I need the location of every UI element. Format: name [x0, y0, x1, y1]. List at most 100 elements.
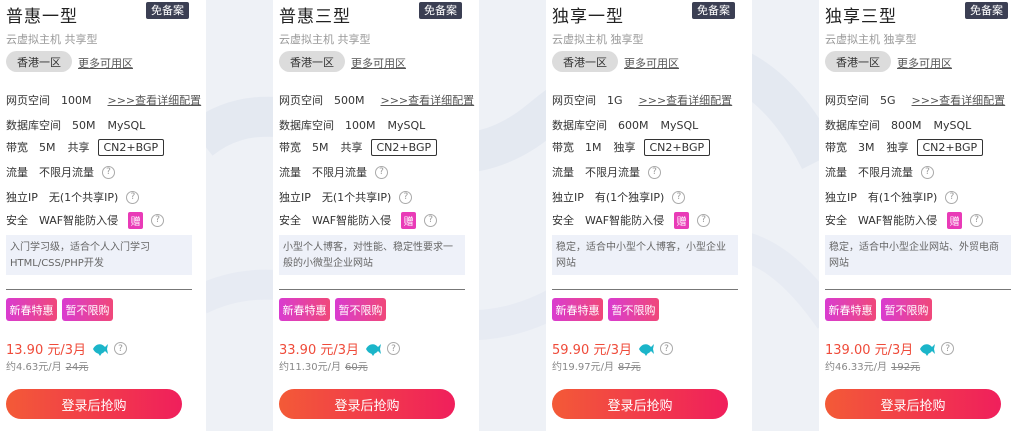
spec-db-type: MySQL	[107, 118, 146, 132]
spec-value: 50M	[72, 118, 96, 132]
spec-value: 1M	[585, 140, 602, 154]
plan-subtitle: 云虚拟主机 独享型	[552, 33, 644, 46]
original-price: 24元	[65, 362, 89, 373]
help-icon[interactable]: ?	[648, 165, 661, 179]
spec-traffic: 流量 不限月流量 ?	[825, 164, 934, 180]
fish-icon	[366, 343, 381, 356]
spec-web-space: 网页空间 1G >>>查看详细配置	[552, 92, 732, 108]
plan-title: 独享一型	[552, 7, 624, 27]
spec-web-space: 网页空间 5G >>>查看详细配置	[825, 92, 1005, 108]
help-icon[interactable]: ?	[151, 213, 165, 227]
spec-value: 1G	[607, 93, 623, 107]
original-price: 60元	[345, 362, 368, 373]
original-price: 87元	[618, 362, 641, 373]
divider	[6, 289, 192, 290]
spec-database: 数据库空间 600M MySQL	[552, 117, 698, 133]
region-button[interactable]: 香港一区	[279, 51, 345, 72]
fish-icon	[93, 343, 108, 356]
monthly-price: 约19.97元/月 87元	[552, 358, 641, 373]
region-button[interactable]: 香港一区	[6, 51, 72, 72]
spec-value: WAF智能防入侵	[858, 214, 938, 227]
spec-label: 流量	[6, 166, 28, 179]
more-regions-link[interactable]: 更多可用区	[897, 55, 952, 71]
price: 13.90 元/3月	[6, 343, 86, 358]
price: 59.90 元/3月	[552, 343, 632, 358]
help-icon[interactable]: ?	[387, 342, 400, 355]
spec-label: 数据库空间	[825, 119, 880, 132]
buy-button[interactable]: 登录后抢购	[6, 389, 182, 419]
price-row: 33.90 元/3月 ?	[279, 339, 400, 358]
help-icon[interactable]: ?	[945, 190, 959, 204]
buy-button[interactable]: 登录后抢购	[825, 389, 1001, 419]
plan-description: 入门学习级，适合个人入门学习HTML/CSS/PHP开发	[6, 235, 192, 275]
spec-value: 有(1个独享IP)	[867, 191, 938, 204]
spec-traffic: 流量 不限月流量 ?	[6, 164, 115, 180]
spec-label: 数据库空间	[6, 119, 61, 132]
plan-card: 普惠三型 免备案 云虚拟主机 共享型 香港一区 更多可用区 网页空间 500M …	[273, 0, 479, 431]
help-icon[interactable]: ?	[102, 165, 115, 179]
spec-bandwidth-type: 共享	[340, 141, 363, 154]
spec-value: 不限月流量	[39, 166, 94, 179]
price: 139.00 元/3月	[825, 343, 914, 358]
region-button[interactable]: 香港一区	[552, 51, 618, 72]
spec-label: 流量	[552, 166, 574, 179]
price-row: 13.90 元/3月 ?	[6, 339, 127, 358]
spec-bandwidth: 带宽 3M 独享 CN2+BGP	[825, 138, 984, 156]
promo-tag-unlimited: 暂不限购	[881, 298, 932, 321]
spec-bandwidth-type: 独享	[886, 141, 909, 154]
spec-value: 不限月流量	[585, 166, 640, 179]
spec-label: 带宽	[552, 141, 574, 154]
spec-value: 800M	[891, 118, 922, 132]
spec-value: WAF智能防入侵	[39, 214, 119, 227]
spec-label: 独立IP	[552, 191, 584, 204]
more-regions-link[interactable]: 更多可用区	[351, 55, 406, 71]
spec-value: 无(1个共享IP)	[321, 191, 392, 204]
more-regions-link[interactable]: 更多可用区	[624, 55, 679, 71]
spec-label: 带宽	[825, 141, 847, 154]
help-icon[interactable]: ?	[126, 190, 140, 204]
cn2-bgp-tag: CN2+BGP	[370, 138, 438, 156]
original-price: 192元	[891, 362, 921, 373]
plan-title: 独享三型	[825, 7, 897, 27]
spec-value: 3M	[858, 140, 875, 154]
spec-value: WAF智能防入侵	[585, 214, 665, 227]
monthly-price: 约4.63元/月 24元	[6, 358, 88, 373]
monthly-price: 约11.30元/月 60元	[279, 358, 368, 373]
spec-label: 网页空间	[552, 94, 596, 107]
help-icon[interactable]: ?	[921, 165, 934, 179]
spec-label: 安全	[6, 214, 28, 227]
gift-icon: 赠	[401, 211, 417, 229]
buy-button[interactable]: 登录后抢购	[552, 389, 728, 419]
no-filing-badge: 免备案	[146, 2, 189, 19]
spec-db-type: MySQL	[660, 118, 699, 132]
region-button[interactable]: 香港一区	[825, 51, 891, 72]
help-icon[interactable]: ?	[424, 213, 438, 227]
spec-value: 100M	[61, 93, 92, 107]
spec-ip: 独立IP 有(1个独享IP) ?	[825, 189, 959, 205]
promo-tag-unlimited: 暂不限购	[608, 298, 659, 321]
spec-bandwidth: 带宽 5M 共享 CN2+BGP	[6, 138, 165, 156]
plan-card: 普惠一型 免备案 云虚拟主机 共享型 香港一区 更多可用区 网页空间 100M …	[0, 0, 206, 431]
help-icon[interactable]: ?	[941, 342, 955, 355]
detail-config-link[interactable]: >>>查看详细配置	[912, 92, 1006, 108]
monthly-value: 约19.97元/月	[552, 362, 614, 373]
detail-config-link[interactable]: >>>查看详细配置	[108, 92, 202, 108]
help-icon[interactable]: ?	[970, 213, 984, 227]
help-icon[interactable]: ?	[672, 190, 686, 204]
more-regions-link[interactable]: 更多可用区	[78, 55, 133, 71]
gift-icon: 赠	[674, 211, 690, 229]
help-icon[interactable]: ?	[697, 213, 711, 227]
detail-config-link[interactable]: >>>查看详细配置	[381, 92, 475, 108]
promo-tag-spring: 新春特惠	[552, 298, 603, 321]
help-icon[interactable]: ?	[114, 342, 127, 355]
spec-label: 数据库空间	[279, 119, 334, 132]
help-icon[interactable]: ?	[660, 342, 673, 355]
buy-button[interactable]: 登录后抢购	[279, 389, 455, 419]
help-icon[interactable]: ?	[375, 165, 388, 179]
fish-icon	[920, 343, 936, 356]
divider	[279, 289, 465, 290]
spec-label: 流量	[825, 166, 847, 179]
detail-config-link[interactable]: >>>查看详细配置	[639, 92, 733, 108]
help-icon[interactable]: ?	[399, 190, 413, 204]
gift-icon: 赠	[947, 211, 963, 229]
